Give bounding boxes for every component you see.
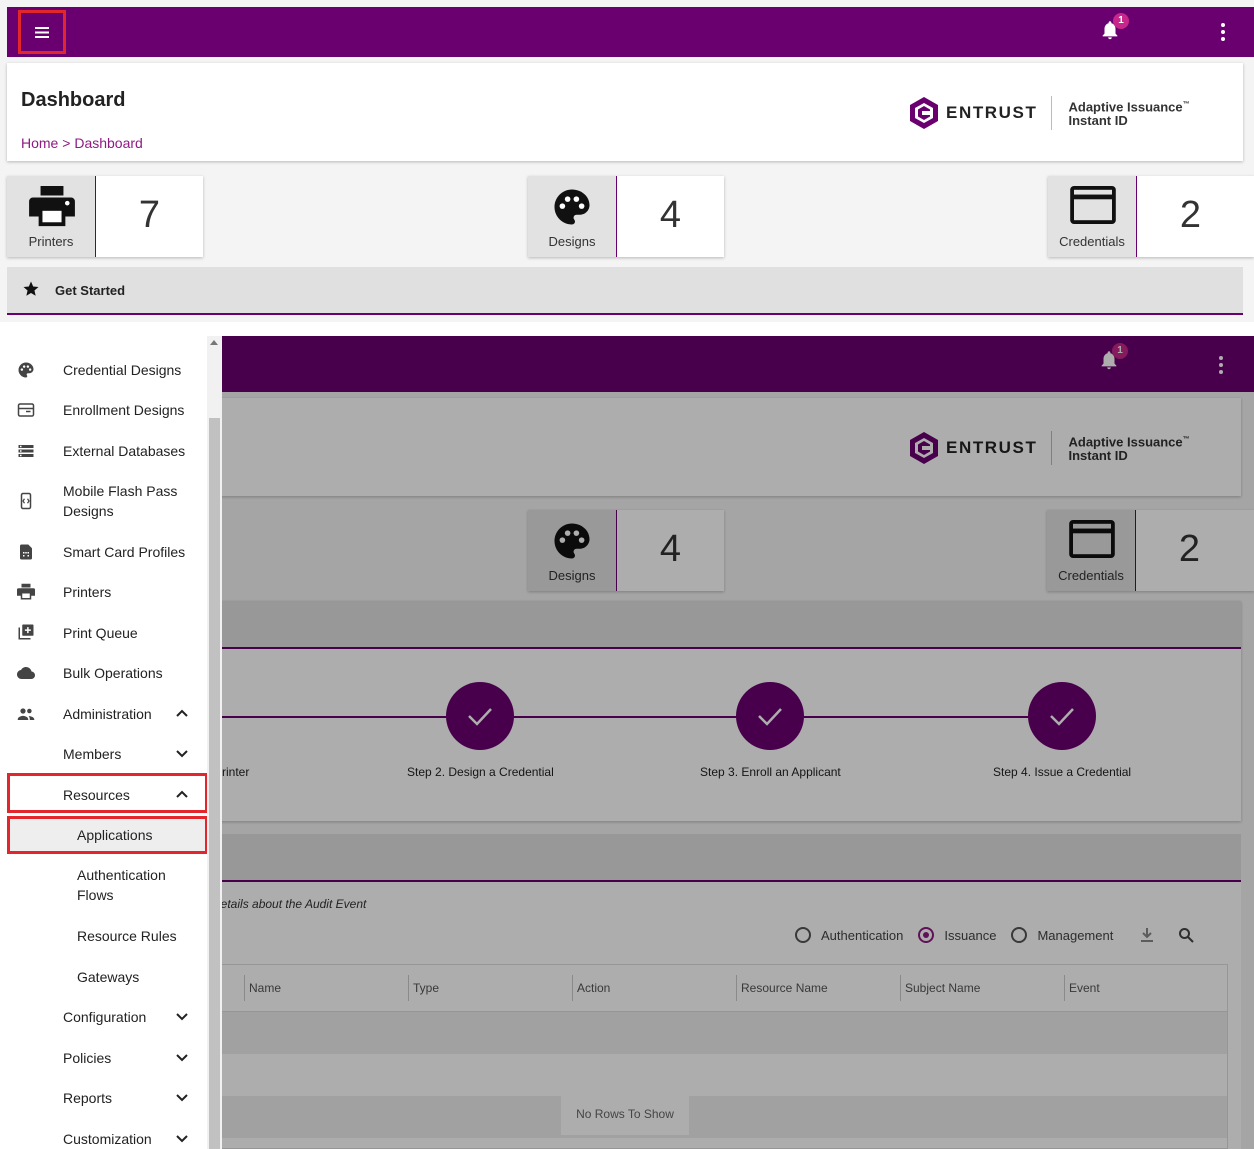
nav-item-label: Print Queue — [63, 625, 138, 641]
nav-item-label: Customization — [63, 1131, 152, 1147]
nav-item-members[interactable]: Members — [0, 744, 207, 766]
queue-add-icon — [18, 624, 34, 640]
storage-icon — [18, 445, 34, 457]
nav-drawer: Credential Designs Enrollment Designs Ex… — [0, 336, 222, 1149]
nav-item-label: Authentication Flows — [77, 867, 166, 903]
entrust-wordmark: ENTRUST — [946, 103, 1038, 122]
nav-item-label: Reports — [63, 1090, 113, 1106]
nav-item-enrollment-designs[interactable]: Enrollment Designs — [0, 400, 207, 422]
nav-item-label: External Databases — [63, 443, 186, 459]
nav-item-label: Bulk Operations — [63, 665, 163, 681]
nav-item-reports[interactable]: Reports — [0, 1088, 207, 1110]
stat-value: 7 — [138, 194, 161, 236]
nav-item-label: Mobile Flash Pass Designs — [63, 483, 178, 519]
more-options-button[interactable] — [1219, 21, 1227, 43]
get-started-label: Get Started — [55, 283, 126, 298]
nav-item-label: Members — [63, 746, 122, 762]
stat-value: 2 — [1179, 194, 1202, 236]
resources-highlight — [7, 773, 208, 813]
entrust-logo: ENTRUST Adaptive Issuance™ Instant ID — [909, 96, 1190, 130]
nav-item-print-queue[interactable]: Print Queue — [0, 623, 207, 645]
mobile-code-icon — [20, 492, 32, 510]
menu-icon — [35, 26, 49, 38]
chevron-up-icon — [176, 709, 188, 717]
chevron-down-icon — [176, 1094, 188, 1102]
chevron-down-icon — [176, 1054, 188, 1062]
cloud-icon — [17, 667, 35, 679]
stat-card-designs[interactable]: Designs 4 — [528, 176, 724, 257]
nav-item-smart-card-profiles[interactable]: Smart Card Profiles — [0, 542, 207, 564]
stat-value: 4 — [659, 194, 682, 236]
nav-item-label: Gateways — [77, 969, 140, 985]
product-name: Adaptive Issuance™ Instant ID — [1068, 99, 1190, 129]
applications-highlight — [7, 816, 208, 854]
dashboard-panel: 1 Dashboard Home > Dashboard ENTRUST Ada… — [0, 0, 1254, 322]
printer-icon — [29, 186, 75, 227]
nav-item-policies[interactable]: Policies — [0, 1048, 207, 1070]
stat-card-printers[interactable]: Printers 7 — [7, 176, 203, 257]
palette-icon — [554, 189, 590, 225]
nav-item-configuration[interactable]: Configuration — [0, 1007, 207, 1029]
people-icon — [17, 708, 35, 720]
nav-item-printers[interactable]: Printers — [0, 582, 207, 604]
star-icon — [23, 281, 39, 296]
nav-item-label: Enrollment Designs — [63, 402, 185, 418]
hamburger-menu-button[interactable] — [18, 10, 66, 54]
sim-card-icon — [20, 544, 32, 560]
page-header: Dashboard Home > Dashboard ENTRUST Adapt… — [7, 63, 1243, 161]
palette-icon — [18, 362, 34, 378]
credit-card-icon — [1070, 186, 1116, 224]
nav-item-resource-rules[interactable]: Resource Rules — [0, 926, 207, 948]
stat-card-credentials[interactable]: Credentials 2 — [1048, 176, 1254, 257]
chevron-down-icon — [176, 1135, 188, 1143]
entrust-hexagon-icon — [910, 97, 938, 129]
stat-label: Printers — [28, 234, 74, 249]
nav-item-label: Administration — [63, 706, 152, 722]
dashboard-with-nav-drawer: 1 ENTRUST Adaptive Issuance™ Instant ID D… — [0, 336, 1254, 1149]
nav-item-customization[interactable]: Customization — [0, 1129, 207, 1149]
scrollbar-thumb[interactable] — [209, 418, 220, 1149]
scroll-up-arrow[interactable] — [210, 340, 218, 345]
breadcrumb-separator: > — [58, 135, 75, 151]
nav-item-administration[interactable]: Administration — [0, 704, 207, 726]
app-bar: 1 — [7, 7, 1254, 57]
printer-icon — [17, 583, 35, 600]
breadcrumb-home-link[interactable]: Home — [21, 135, 58, 151]
breadcrumb-current: Dashboard — [74, 135, 143, 151]
chevron-down-icon — [176, 1013, 188, 1021]
notification-badge: 1 — [1113, 13, 1129, 29]
nav-item-authentication-flows[interactable]: Authentication Flows — [0, 865, 207, 907]
nav-item-label: Policies — [63, 1050, 112, 1066]
nav-drawer-scrollbar[interactable] — [207, 336, 222, 1149]
stat-label: Designs — [548, 234, 596, 249]
nav-item-credential-designs[interactable]: Credential Designs — [0, 360, 207, 382]
get-started-panel[interactable]: Get Started — [7, 267, 1243, 315]
page-title: Dashboard — [21, 89, 126, 111]
notifications-button[interactable]: 1 — [1099, 13, 1129, 49]
stat-label: Credentials — [1059, 234, 1125, 249]
nav-item-label: Resource Rules — [77, 928, 177, 944]
nav-item-bulk-operations[interactable]: Bulk Operations — [0, 663, 207, 685]
nav-item-mobile-flash-pass-designs[interactable]: Mobile Flash Pass Designs — [0, 481, 207, 523]
nav-item-external-databases[interactable]: External Databases — [0, 441, 207, 463]
nav-item-gateways[interactable]: Gateways — [0, 967, 207, 989]
nav-item-label: Smart Card Profiles — [63, 544, 186, 560]
nav-item-label: Configuration — [63, 1009, 147, 1025]
nav-item-label: Printers — [63, 584, 112, 600]
nav-item-label: Credential Designs — [63, 362, 182, 378]
form-icon — [17, 403, 35, 417]
breadcrumb: Home > Dashboard — [21, 135, 143, 151]
chevron-down-icon — [176, 750, 188, 758]
